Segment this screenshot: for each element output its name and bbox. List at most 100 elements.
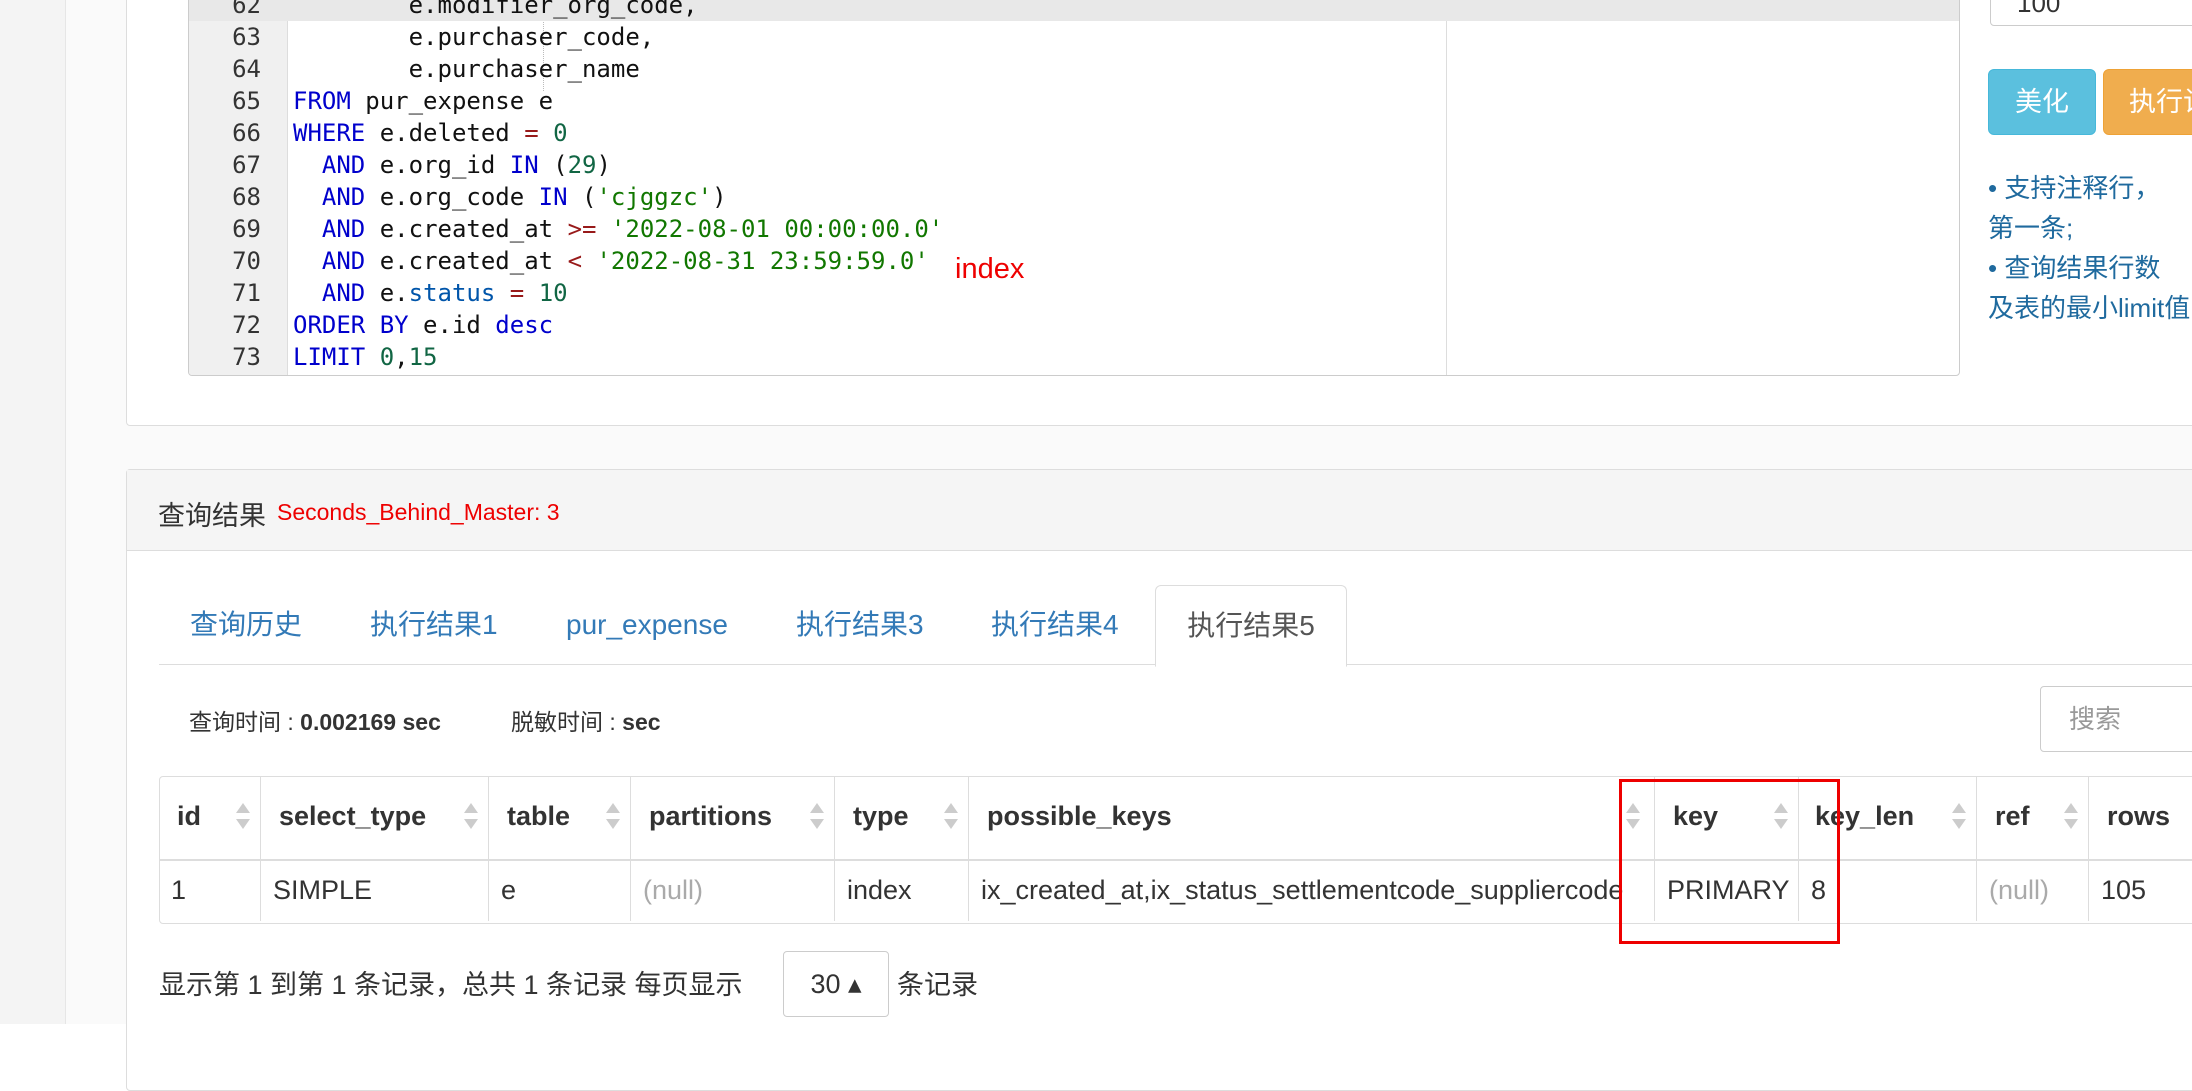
sql-code-editor[interactable]: 62 e.modifier_org_code, 63 e.purchaser_co… [188,0,1960,376]
line-number: 70 [232,247,261,275]
column-header-ref[interactable]: ref [1977,777,2089,859]
line-number: 73 [232,343,261,371]
cell-value: e [501,875,517,905]
code-line[interactable]: 69 AND e.created_at >= '2022-08-01 00:00… [189,213,1959,245]
search-input[interactable]: 搜索 [2040,686,2192,752]
code-line[interactable]: 62 e.modifier_org_code, [189,0,1959,21]
sort-icon[interactable] [236,803,250,835]
line-number: 63 [232,23,261,51]
code-text: AND e.org_code IN ('cjggzc') [321,183,727,211]
table-cell: (null) [1977,861,2089,921]
code-text: ORDER BY e.id desc [293,311,554,339]
page-size-select[interactable]: 30 ▴ [783,951,889,1017]
cell-value: 1 [171,875,187,905]
cell-value: index [847,875,912,905]
code-line[interactable]: 68 AND e.org_code IN ('cjggzc') [189,181,1959,213]
tip-comment-line2: 第一条; [1988,213,2074,243]
sort-icon[interactable] [606,803,620,835]
table-cell: e [489,861,631,921]
code-line[interactable]: 71 AND e.status = 10 [189,277,1959,309]
mask-time: 脱敏时间 : sec [511,709,661,735]
query-time: 查询时间 : 0.002169 sec [189,709,441,735]
code-text: FROM pur_expense e [293,87,554,115]
code-line[interactable]: 65 FROM pur_expense e [189,85,1959,117]
column-header-table[interactable]: table [489,777,631,859]
code-line[interactable]: 70 AND e.created_at < '2022-08-31 23:59:… [189,245,1959,277]
code-line[interactable]: 64 e.purchaser_name [189,53,1959,85]
table-cell: (null) [631,861,835,921]
line-number: 69 [232,215,261,243]
cell-value: (null) [1989,875,2050,905]
cell-value: (null) [643,875,704,905]
tab-result-1[interactable]: 执行结果1 [370,585,498,665]
table-cell: index [835,861,969,921]
line-number: 68 [232,183,261,211]
tip-limit-line2: 及表的最小limit值 [1988,293,2191,323]
sort-icon[interactable] [1952,803,1966,835]
pager-suffix: 条记录 [897,970,978,1000]
tab-result-5[interactable]: 执行结果5 [1155,585,1347,667]
line-number: 65 [232,87,261,115]
table-cell: ix_created_at,ix_status_settlementcode_s… [969,861,1655,921]
column-header-label: rows [2107,801,2171,831]
left-sidebar-strip [0,0,66,1024]
sort-icon[interactable] [944,803,958,835]
code-text: e.purchaser_name [293,55,640,83]
cell-value: ix_created_at,ix_status_settlementcode_s… [981,875,1624,905]
limit-input[interactable]: 100 [1990,0,2192,26]
tab-pur-expense[interactable]: pur_expense [566,585,728,665]
seconds-behind-master: Seconds_Behind_Master: 3 [277,499,560,525]
code-line[interactable]: 66 WHERE e.deleted = 0 [189,117,1959,149]
code-text: e.purchaser_code, [293,23,655,51]
line-number: 66 [232,119,261,147]
column-header-label: id [177,801,201,831]
code-text: e.modifier_org_code, [293,0,698,19]
table-row: 1 SIMPLE e (null) index ix_created_at,ix_stat… [159,861,2192,921]
beautify-button[interactable]: 美化 [1988,69,2096,135]
pager-summary: 显示第 1 到第 1 条记录，总共 1 条记录 每页显示 [159,970,743,1000]
annotation-index: index [955,253,1025,285]
table-cell: 105 [2089,861,2192,921]
tip-limit-line1: • 查询结果行数 [1988,253,2161,283]
column-header-select-type[interactable]: select_type [261,777,489,859]
sort-icon[interactable] [810,803,824,835]
highlight-box-key-column [1619,779,1840,944]
code-line[interactable]: 63 e.purchaser_code, [189,21,1959,53]
tab-result-3[interactable]: 执行结果3 [796,585,924,665]
tab-result-4[interactable]: 执行结果4 [991,585,1119,665]
line-number: 62 [232,0,261,19]
table-cell: SIMPLE [261,861,489,921]
sort-icon[interactable] [464,803,478,835]
code-line[interactable]: 67 AND e.org_id IN (29) [189,149,1959,181]
table-cell: 1 [159,861,261,921]
table-header-row: id select_type table partitions type possible… [159,777,2192,861]
code-text: AND e.org_id IN (29) [321,151,611,179]
code-text: AND e.created_at >= '2022-08-01 00:00:00… [321,215,944,243]
cell-value: SIMPLE [273,875,373,905]
column-header-rows[interactable]: rows [2089,777,2192,859]
line-number: 67 [232,151,261,179]
code-text: LIMIT 0,15 [293,343,438,371]
column-header-label: partitions [649,801,773,831]
column-header-label: select_type [279,801,427,831]
column-header-label: type [853,801,909,831]
column-header-label: possible_keys [987,801,1172,831]
column-header-type[interactable]: type [835,777,969,859]
tip-comment-line1: • 支持注释行， [1988,173,2161,203]
line-number: 72 [232,311,261,339]
column-header-label: ref [1995,801,2030,831]
line-number: 64 [232,55,261,83]
code-text: AND e.status = 10 [321,279,568,307]
code-line[interactable]: 72 ORDER BY e.id desc [189,309,1959,341]
tab-query-history[interactable]: 查询历史 [190,585,302,665]
results-title: 查询结果 [158,501,266,531]
code-line[interactable]: 73 LIMIT 0,15 [189,341,1959,373]
execute-button[interactable]: 执行计 [2103,69,2192,135]
sort-icon[interactable] [2064,803,2078,835]
cell-value: 105 [2101,875,2147,905]
column-header-id[interactable]: id [159,777,261,859]
code-text: WHERE e.deleted = 0 [293,119,568,147]
column-header-possible-keys[interactable]: possible_keys [969,777,1655,859]
column-header-partitions[interactable]: partitions [631,777,835,859]
code-text: AND e.created_at < '2022-08-31 23:59:59.… [321,247,929,275]
